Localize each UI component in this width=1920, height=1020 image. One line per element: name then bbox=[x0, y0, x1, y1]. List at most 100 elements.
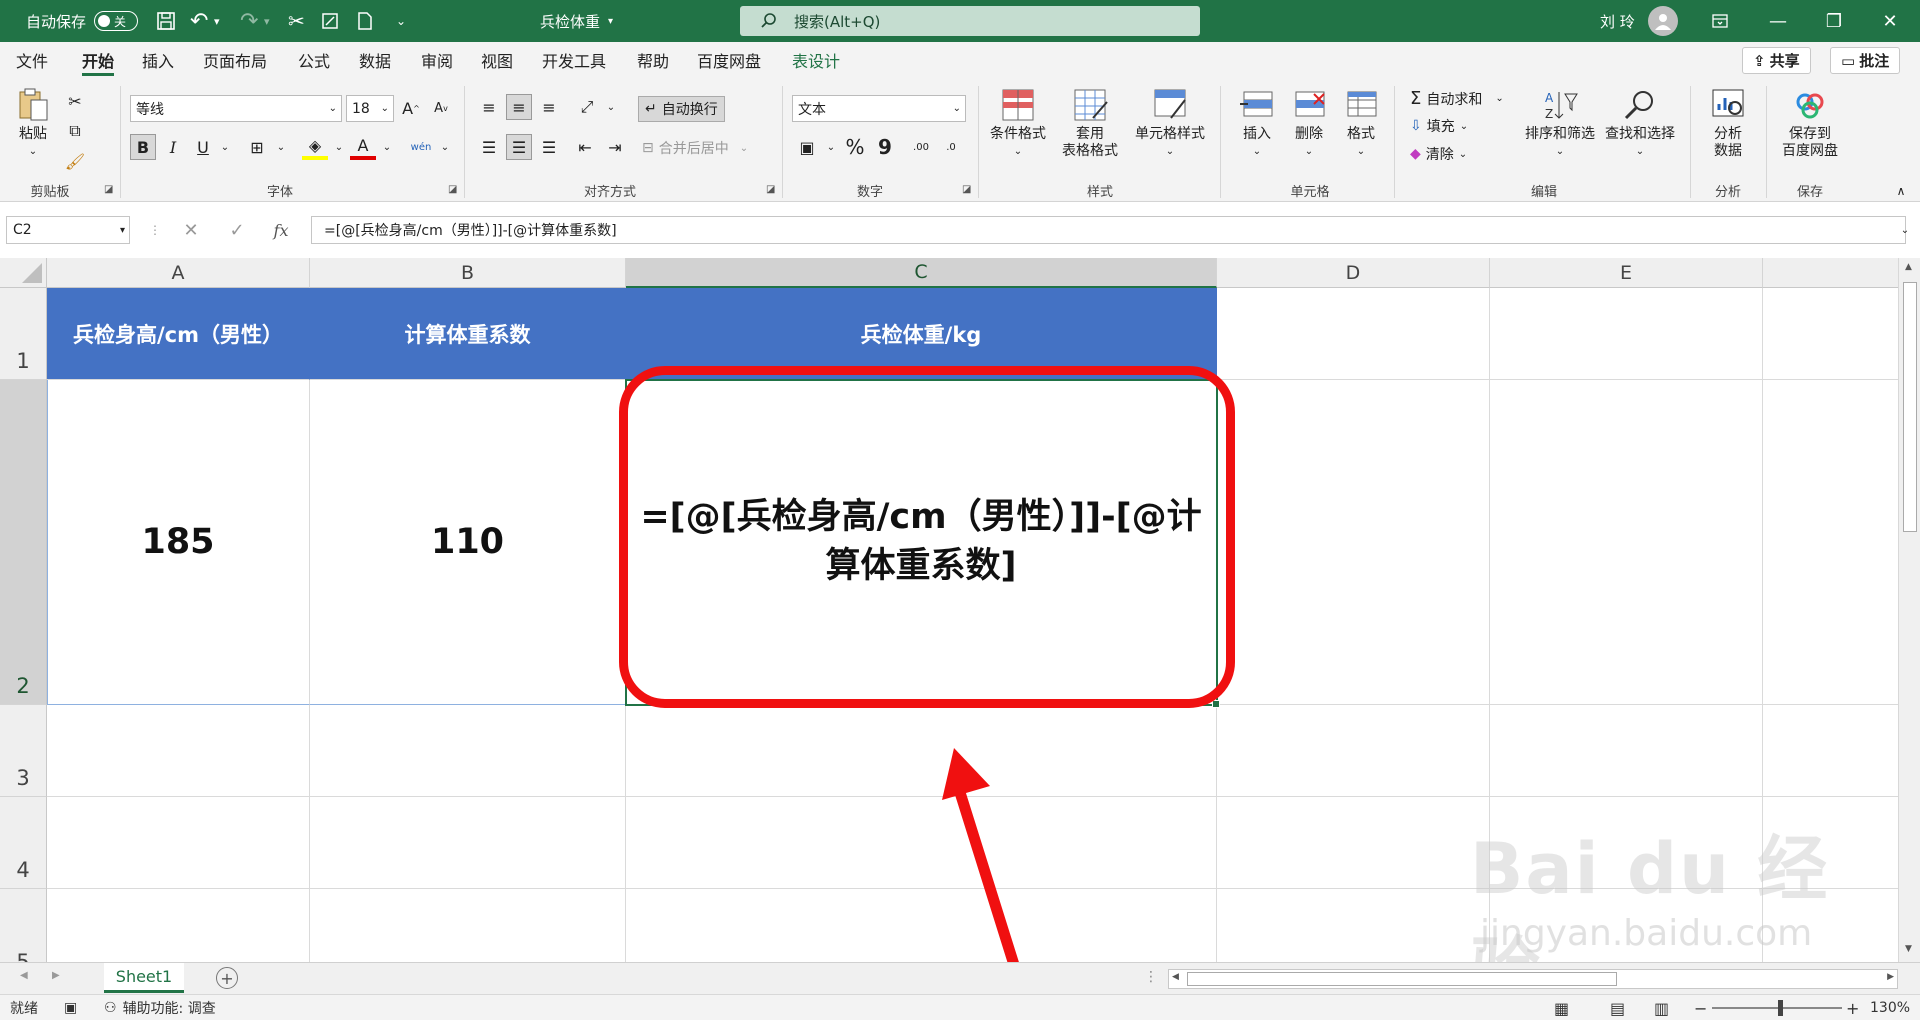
scroll-up-icon[interactable]: ▲ bbox=[1905, 262, 1912, 272]
tab-data[interactable]: 数据 bbox=[359, 42, 391, 78]
comments-button[interactable]: ▭ 批注 bbox=[1830, 47, 1901, 74]
format-painter-icon[interactable] bbox=[320, 0, 340, 42]
accessibility-status[interactable]: ⚇ 辅助功能: 调查 bbox=[104, 995, 216, 1020]
row-header-3[interactable]: 3 bbox=[0, 705, 47, 797]
cell-b3[interactable] bbox=[310, 705, 626, 797]
font-color-dropdown-icon[interactable]: ⌄ bbox=[374, 134, 400, 160]
zoom-slider-thumb[interactable] bbox=[1778, 1000, 1783, 1016]
number-launcher-icon[interactable]: ◪ bbox=[962, 184, 971, 195]
confirm-formula-icon[interactable]: ✓ bbox=[224, 217, 250, 243]
cell-d3[interactable] bbox=[1217, 705, 1490, 797]
name-box[interactable]: C2 ▾ bbox=[6, 216, 130, 244]
cell-f1[interactable] bbox=[1763, 288, 1900, 380]
cell-c3[interactable] bbox=[626, 705, 1217, 797]
format-cells-button[interactable]: 格式 ⌄ bbox=[1336, 88, 1386, 160]
increase-indent-icon[interactable]: ⇥ bbox=[602, 134, 628, 160]
select-all-corner[interactable] bbox=[0, 258, 47, 288]
save-icon[interactable] bbox=[156, 0, 176, 42]
tab-file[interactable]: 文件 bbox=[16, 42, 48, 78]
redo-dropdown-icon[interactable]: ▾ bbox=[264, 0, 270, 42]
insert-function-icon[interactable]: fx bbox=[268, 217, 294, 243]
tab-table-design[interactable]: 表设计 bbox=[792, 42, 840, 78]
tab-insert[interactable]: 插入 bbox=[142, 42, 174, 78]
bold-button[interactable]: B bbox=[130, 134, 156, 160]
share-button[interactable]: ⇪ 共享 bbox=[1742, 47, 1811, 74]
document-title[interactable]: 兵检体重 ▾ bbox=[540, 0, 613, 42]
row-header-4[interactable]: 4 bbox=[0, 797, 47, 889]
align-top-icon[interactable]: ≡ bbox=[476, 94, 502, 120]
zoom-out-icon[interactable]: − bbox=[1694, 995, 1707, 1020]
zoom-level[interactable]: 130% bbox=[1870, 995, 1910, 1020]
align-bottom-icon[interactable]: ≡ bbox=[536, 94, 562, 120]
undo-dropdown-icon[interactable]: ▾ bbox=[214, 0, 220, 42]
cell-a3[interactable] bbox=[47, 705, 310, 797]
macro-record-icon[interactable]: ▣ bbox=[64, 995, 77, 1020]
tab-formulas[interactable]: 公式 bbox=[298, 42, 330, 78]
cell-e1[interactable] bbox=[1490, 288, 1763, 380]
cell-e3[interactable] bbox=[1490, 705, 1763, 797]
fill-color-dropdown-icon[interactable]: ⌄ bbox=[326, 134, 352, 160]
clipboard-launcher-icon[interactable]: ◪ bbox=[104, 184, 113, 195]
underline-dropdown-icon[interactable]: ⌄ bbox=[212, 134, 238, 160]
cell-d1[interactable] bbox=[1217, 288, 1490, 380]
customize-qat-icon[interactable]: ⌄ bbox=[396, 0, 406, 42]
font-size-select[interactable]: 18 ⌄ bbox=[346, 95, 394, 122]
alignment-launcher-icon[interactable]: ◪ bbox=[766, 184, 775, 195]
expand-formula-bar-icon[interactable]: ⌄ bbox=[1892, 217, 1918, 243]
cancel-formula-icon[interactable]: ✕ bbox=[178, 217, 204, 243]
cell-a2[interactable]: 185 bbox=[47, 380, 310, 705]
conditional-format-button[interactable]: 条件格式 ⌄ bbox=[986, 88, 1050, 160]
phonetic-icon[interactable]: wén bbox=[408, 134, 434, 160]
autosum-button[interactable]: Σ 自动求和 ⌄ bbox=[1410, 88, 1504, 109]
autosave-toggle[interactable]: 关 bbox=[94, 0, 138, 42]
tab-home[interactable]: 开始 bbox=[82, 42, 115, 78]
currency-dropdown-icon[interactable]: ⌄ bbox=[818, 134, 844, 160]
delete-cells-button[interactable]: 删除 ⌄ bbox=[1284, 88, 1334, 160]
column-header-d[interactable]: D bbox=[1217, 258, 1490, 288]
page-layout-view-icon[interactable]: ▤ bbox=[1610, 995, 1625, 1020]
scroll-right-icon[interactable]: ▶ bbox=[1887, 972, 1894, 982]
prev-sheet-icon[interactable]: ◀ bbox=[20, 970, 28, 981]
align-right-icon[interactable]: ☰ bbox=[536, 134, 562, 160]
cell-d4[interactable] bbox=[1217, 797, 1490, 889]
cell-d5[interactable] bbox=[1217, 889, 1490, 962]
cell-c2[interactable]: =[@[兵检身高/cm（男性）]]-[@计算体重系数] bbox=[626, 380, 1217, 705]
decrease-decimal-icon[interactable]: .0 bbox=[938, 134, 964, 160]
orientation-dropdown-icon[interactable]: ⌄ bbox=[598, 94, 624, 120]
cell-a5[interactable] bbox=[47, 889, 310, 962]
formula-input[interactable]: =[@[兵检身高/cm（男性）]]-[@计算体重系数] bbox=[311, 216, 1906, 244]
normal-view-icon[interactable]: ▦ bbox=[1554, 995, 1569, 1020]
decrease-font-icon[interactable]: Av bbox=[428, 95, 454, 121]
user-name[interactable]: 刘 玲 bbox=[1600, 0, 1635, 42]
font-name-select[interactable]: 等线 ⌄ bbox=[130, 95, 342, 122]
tab-baidu-netdisk[interactable]: 百度网盘 bbox=[697, 42, 761, 78]
cell-e2[interactable] bbox=[1490, 380, 1763, 705]
vertical-scrollbar[interactable]: ▲ ▼ bbox=[1898, 258, 1920, 962]
add-sheet-icon[interactable]: + bbox=[216, 967, 238, 989]
column-header-a[interactable]: A bbox=[47, 258, 310, 288]
horizontal-scroll-thumb[interactable] bbox=[1187, 972, 1617, 986]
cell-c5[interactable] bbox=[626, 889, 1217, 962]
search-box[interactable]: 搜索(Alt+Q) bbox=[740, 6, 1200, 36]
merge-center-button[interactable]: ⊟ 合并后居中 ⌄ bbox=[642, 138, 748, 158]
cut-icon[interactable]: ✂ bbox=[62, 88, 88, 114]
cell-f2[interactable] bbox=[1763, 380, 1900, 705]
borders-icon[interactable]: ⊞ bbox=[244, 134, 270, 160]
align-left-icon[interactable]: ☰ bbox=[476, 134, 502, 160]
collapse-ribbon-icon[interactable]: ∧ bbox=[1888, 178, 1914, 204]
column-header-b[interactable]: B bbox=[310, 258, 626, 288]
fill-handle[interactable] bbox=[1212, 700, 1220, 708]
restore-icon[interactable]: ❐ bbox=[1806, 0, 1862, 42]
copy-icon[interactable]: ⧉ bbox=[62, 118, 88, 144]
currency-icon[interactable]: ▣ bbox=[794, 134, 820, 160]
cell-c1[interactable]: 兵检体重/kg bbox=[626, 288, 1217, 380]
undo-icon[interactable]: ↶ bbox=[190, 0, 208, 42]
scroll-left-icon[interactable]: ◀ bbox=[1172, 972, 1179, 982]
insert-cells-button[interactable]: 插入 ⌄ bbox=[1232, 88, 1282, 160]
decrease-indent-icon[interactable]: ⇤ bbox=[572, 134, 598, 160]
tab-view[interactable]: 视图 bbox=[481, 42, 513, 78]
cell-styles-button[interactable]: 单元格样式 ⌄ bbox=[1130, 88, 1210, 160]
page-break-view-icon[interactable]: ▥ bbox=[1654, 995, 1669, 1020]
horizontal-scrollbar[interactable]: ◀ ▶ bbox=[1168, 969, 1898, 989]
increase-font-icon[interactable]: A ^ bbox=[398, 95, 424, 121]
